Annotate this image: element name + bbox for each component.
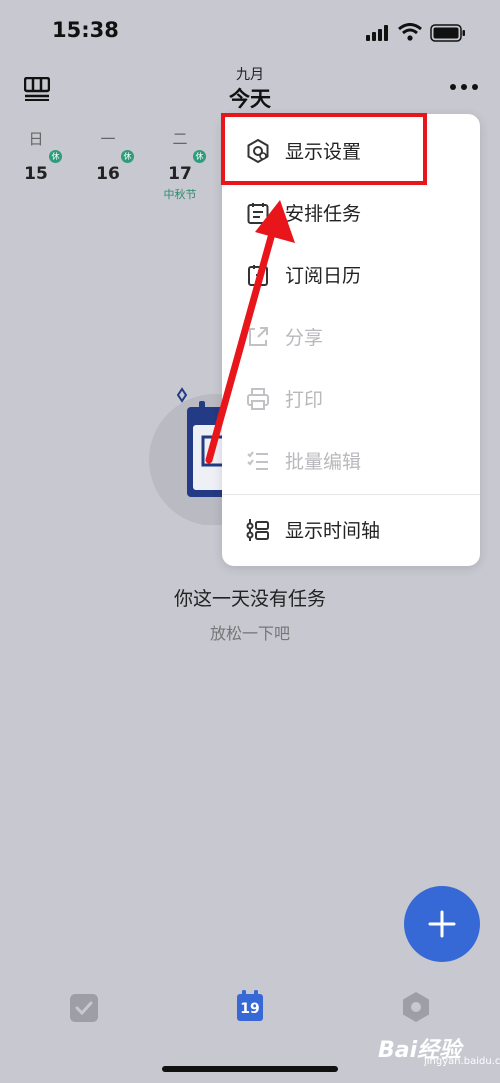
date-cell[interactable]: 16 (78, 164, 138, 184)
weekday-label: 一 (100, 130, 116, 148)
date-cell[interactable]: 17 (150, 164, 210, 184)
plus-icon (428, 910, 456, 938)
watermark-url: jingyan.baidu.com (424, 1056, 500, 1067)
menu-item-label: 显示时间轴 (285, 520, 381, 542)
weekday-label: 日 (28, 130, 44, 148)
add-task-button[interactable] (404, 886, 480, 962)
rest-badge: 休 (49, 150, 62, 163)
menu-divider (222, 494, 480, 495)
cellular-signal-icon (366, 25, 390, 41)
rest-badge: 休 (121, 150, 134, 163)
battery-icon (430, 24, 465, 42)
empty-state-title: 你这一天没有任务 (173, 588, 326, 610)
tab-tasks-icon[interactable] (69, 993, 99, 1023)
home-indicator[interactable] (162, 1066, 338, 1072)
page-title[interactable]: 今天 (0, 83, 500, 113)
menu-item-show-timeline[interactable]: 显示时间轴 (222, 499, 480, 561)
status-time: 15:38 (52, 18, 119, 42)
tab-calendar-date: 19 (240, 1001, 260, 1017)
wifi-icon (398, 23, 422, 41)
tab-settings-icon[interactable] (401, 991, 431, 1023)
header-month: 九月 (236, 67, 264, 83)
tab-calendar[interactable]: 19 (236, 990, 264, 1022)
annotation-highlight-box (221, 113, 427, 185)
date-cell[interactable]: 15 (6, 164, 66, 184)
more-options-icon[interactable] (449, 83, 479, 91)
annotation-arrow (205, 200, 295, 464)
weekday-label: 二 (172, 130, 188, 148)
timeline-icon (246, 519, 269, 541)
empty-state-subtitle: 放松一下吧 (209, 624, 290, 643)
rest-badge: 休 (193, 150, 206, 163)
